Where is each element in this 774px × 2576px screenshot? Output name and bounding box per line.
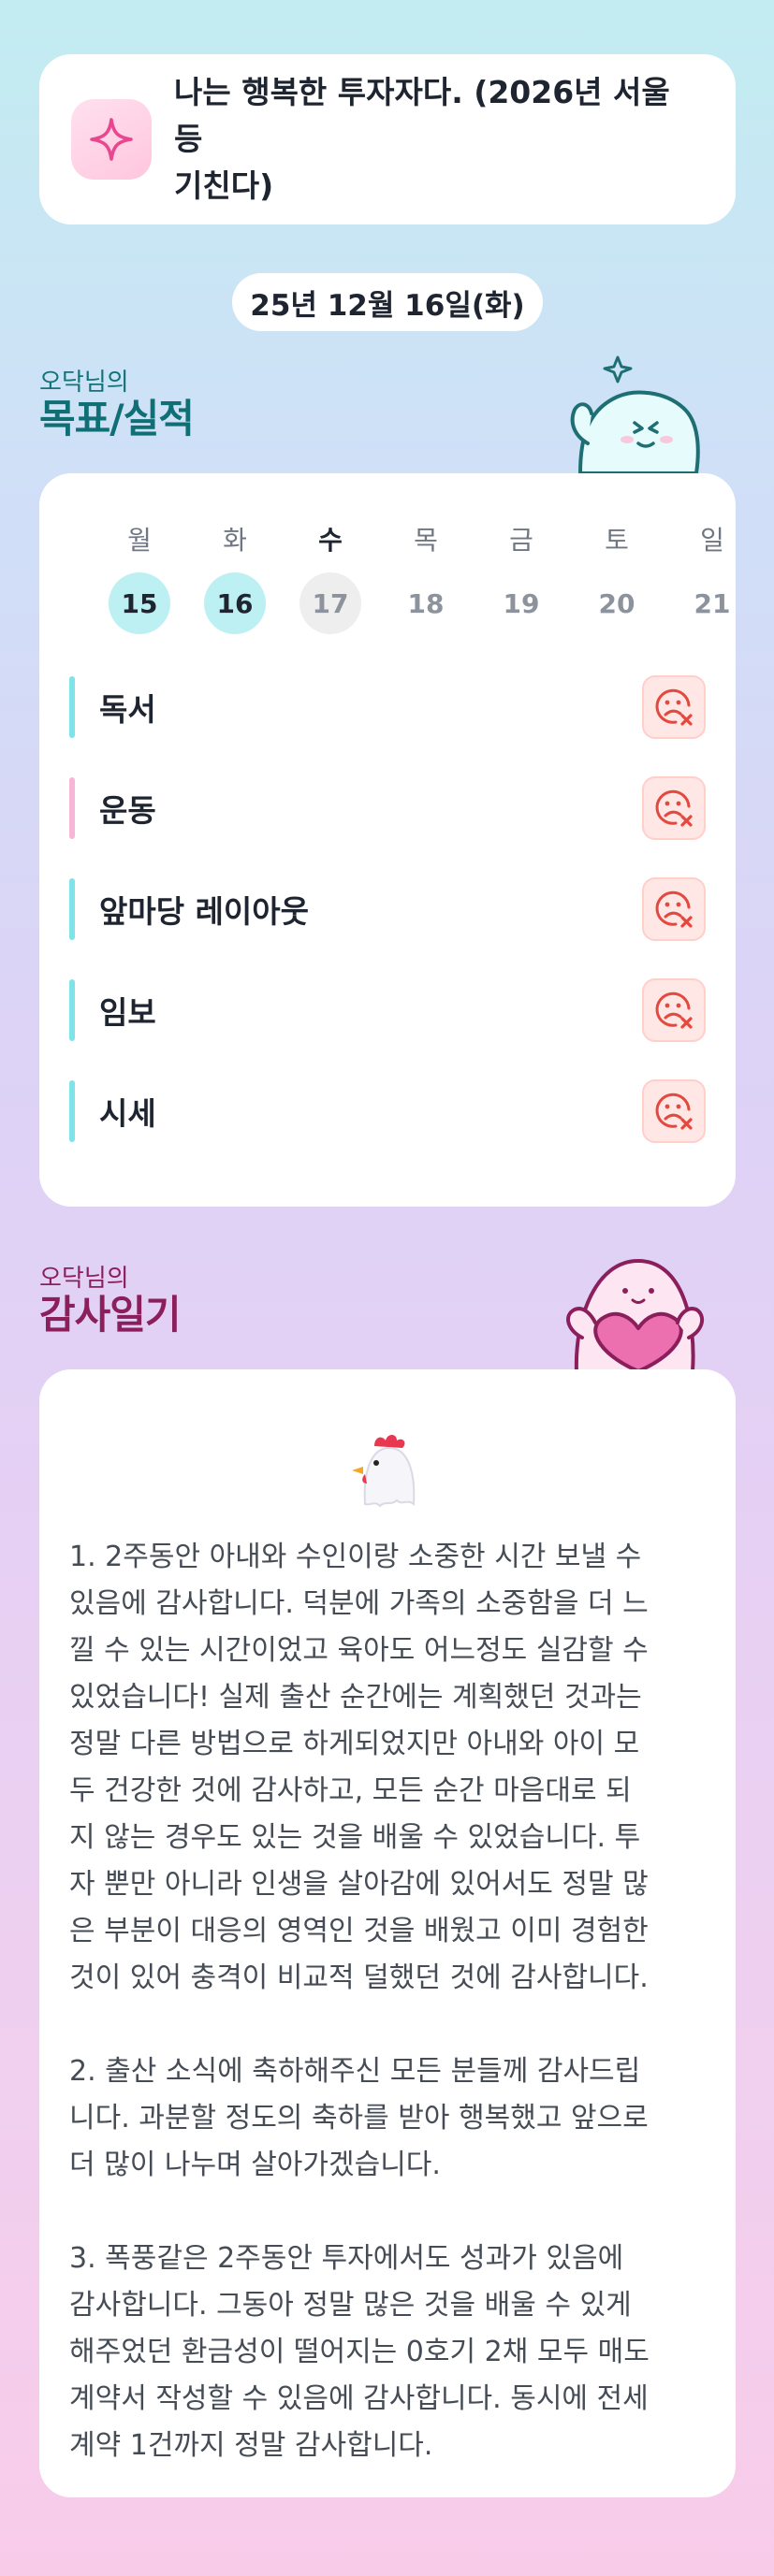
gratitude-line [69,2189,715,2236]
goal-color-bar [69,777,75,839]
goal-label: 임보 [99,994,156,1031]
goal-label: 독서 [99,691,156,728]
gratitude-title: 감사일기 [39,1292,182,1338]
goal-color-bar [69,979,75,1041]
gratitude-card: 1. 2주동안 아내와 수인이랑 소중한 시간 보낼 수있음에 감사합니다. 덕… [39,1369,736,2497]
day-17[interactable]: 17 [299,572,361,634]
affirmation-card[interactable]: 나는 행복한 투자자다. (2026년 서울 등 기친다) [39,54,736,224]
sparkle-icon [71,99,152,180]
gratitude-line: 계약 1건까지 정말 감사합니다. [69,2429,433,2462]
day-15[interactable]: 15 [109,572,170,634]
goal-row-reading[interactable]: 독서 [69,675,706,739]
gratitude-line: 더 많이 나누며 살아가겠습니다. [69,2149,441,2181]
affirmation-line-1: 나는 행복한 투자자다. (2026년 서울 등 [174,74,670,157]
goals-card: 월 화 수 목 금 토 일 15 16 17 18 19 20 21 독서 운동… [39,473,736,1207]
weekday-label: 토 [605,525,629,556]
ghost-mascot-icon [560,354,709,475]
week-strip: 월 화 수 목 금 토 일 15 16 17 18 19 20 21 [69,473,730,660]
day-21[interactable]: 21 [681,572,743,634]
sad-face-x-icon[interactable] [642,1079,706,1143]
gratitude-line: 지 않는 경우도 있는 것을 배울 수 있었습니다. 투 [69,1821,641,1854]
gratitude-line: 은 부분이 대응의 영역인 것을 배웠고 이미 경험한 [69,1915,649,1947]
gratitude-line: 있음에 감사합니다. 덕분에 가족의 소중함을 더 느 [69,1587,649,1620]
gratitude-line: 2. 출산 소식에 축하해주신 모든 분들께 감사드립 [69,2055,641,2088]
gratitude-line: 정말 다른 방법으로 하게되었지만 아내와 아이 모 [69,1728,640,1760]
gratitude-line: 두 건강한 것에 감사하고, 모든 순간 마음대로 되 [69,1774,632,1807]
sad-face-x-icon[interactable] [642,675,706,739]
goal-label: 운동 [99,792,156,829]
weekday-label: 화 [223,525,247,556]
affirmation-text: 나는 행복한 투자자다. (2026년 서울 등 기친다) [174,69,704,210]
gratitude-line: 해주었던 환금성이 떨어지는 0호기 2채 모두 매도 [69,2336,650,2368]
goal-row-market-price[interactable]: 시세 [69,1079,706,1143]
gratitude-line: 감사합니다. 그동아 정말 많은 것을 배울 수 있게 [69,2289,632,2322]
goals-title: 목표/실적 [39,396,195,441]
goal-color-bar [69,1080,75,1142]
day-16[interactable]: 16 [204,572,266,634]
goal-row-exercise[interactable]: 운동 [69,776,706,840]
goal-color-bar [69,878,75,940]
goal-color-bar [69,676,75,738]
day-18[interactable]: 18 [395,572,457,634]
weekday-label: 금 [509,525,533,556]
gratitude-line: 자 뿐만 아니라 인생을 살아감에 있어서도 정말 많 [69,1868,649,1901]
sad-face-x-icon[interactable] [642,776,706,840]
weekday-label: 일 [700,525,724,556]
gratitude-line: 낄 수 있는 시간이었고 육아도 어느정도 실감할 수 [69,1634,649,1667]
heart-mascot-icon [558,1253,708,1373]
sad-face-x-icon[interactable] [642,877,706,941]
goal-label: 시세 [99,1095,156,1132]
sad-face-x-icon[interactable] [642,978,706,1042]
day-19[interactable]: 19 [490,572,552,634]
goal-row-imbo[interactable]: 임보 [69,978,706,1042]
gratitude-line: 계약서 작성할 수 있음에 감사합니다. 동시에 전세 [69,2382,649,2415]
weekday-label: 월 [127,525,152,556]
weekday-label: 목 [414,525,438,556]
goal-label: 앞마당 레이아웃 [99,893,310,930]
gratitude-line [69,2002,715,2048]
weekday-label-today: 수 [318,525,343,556]
gratitude-line: 3. 폭풍같은 2주동안 투자에서도 성과가 있음에 [69,2242,624,2275]
date-label[interactable]: 25년 12월 16일(화) [232,273,543,331]
affirmation-line-2: 기친다) [174,167,274,204]
goal-row-frontyard-layout[interactable]: 앞마당 레이아웃 [69,877,706,941]
gratitude-line: 1. 2주동안 아내와 수인이랑 소중한 시간 보낼 수 [69,1541,642,1573]
day-20[interactable]: 20 [586,572,648,634]
gratitude-line: 것이 있어 충격이 비교적 덜했던 것에 감사합니다. [69,1961,649,1994]
gratitude-line: 있었습니다! 실제 출산 순간에는 계획했던 것과는 [69,1681,642,1714]
chicken-icon [348,1429,427,1508]
gratitude-line: 니다. 과분할 정도의 축하를 받아 행복했고 앞으로 [69,2102,649,2135]
gratitude-text: 1. 2주동안 아내와 수인이랑 소중한 시간 보낼 수있음에 감사합니다. 덕… [69,1534,715,2469]
